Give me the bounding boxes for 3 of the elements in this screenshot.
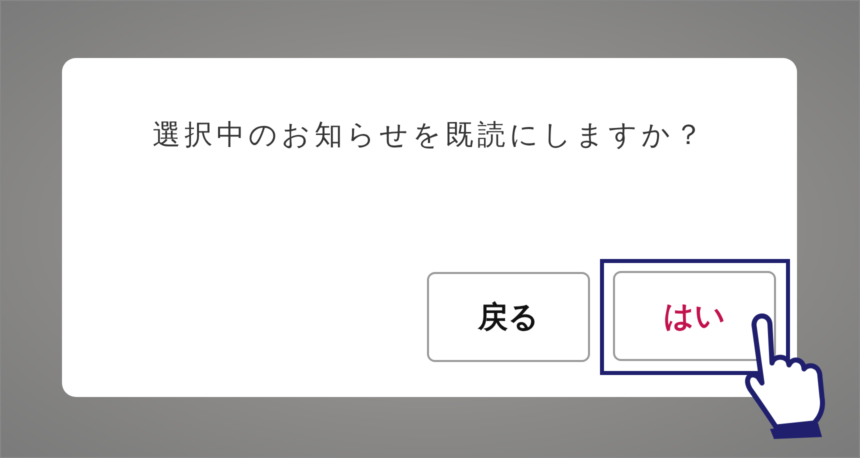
back-button[interactable]: 戻る [427,272,590,362]
confirm-button[interactable]: はい [613,271,776,361]
dialog-message: 選択中のお知らせを既読にしますか？ [152,117,708,153]
